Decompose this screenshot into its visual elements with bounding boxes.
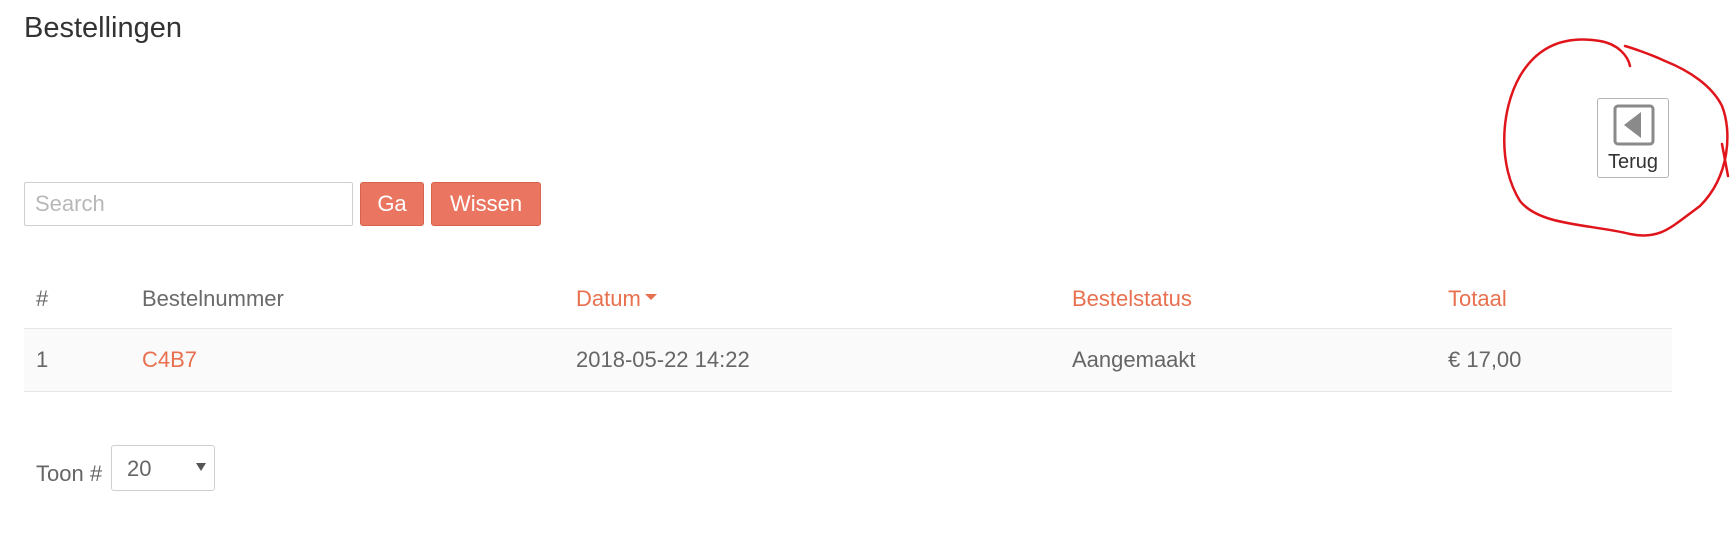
column-header-date[interactable]: Datum (576, 270, 1072, 329)
column-header-status[interactable]: Bestelstatus (1072, 270, 1448, 329)
column-header-num: # (24, 270, 142, 329)
clear-button[interactable]: Wissen (431, 182, 541, 226)
cell-num: 1 (24, 328, 142, 392)
cell-date: 2018-05-22 14:22 (576, 328, 1072, 392)
orders-page: Bestellingen Terug Ga Wissen # Bestelnum… (0, 0, 1730, 550)
back-button-label: Terug (1607, 151, 1659, 173)
page-size-select[interactable]: 20 (111, 445, 215, 491)
page-size-value: 20 (127, 456, 152, 481)
search-input[interactable] (24, 182, 353, 226)
cell-order-number: C4B7 (142, 328, 576, 392)
table-header-row: # Bestelnummer Datum Bestelstatus Totaal (24, 270, 1672, 329)
column-header-order-number: Bestelnummer (142, 270, 576, 329)
page-title: Bestellingen (24, 12, 182, 44)
cell-total: € 17,00 (1448, 328, 1672, 392)
orders-table: # Bestelnummer Datum Bestelstatus Totaal… (24, 270, 1672, 392)
column-header-total[interactable]: Totaal (1448, 270, 1672, 329)
go-button[interactable]: Ga (360, 182, 424, 226)
page-size-label: Toon # (36, 461, 103, 486)
sort-caret-down-icon (644, 294, 657, 301)
cell-status: Aangemaakt (1072, 328, 1448, 392)
back-button[interactable]: Terug (1597, 98, 1669, 178)
column-header-date-label: Datum (576, 286, 641, 311)
table-row: 1 C4B7 2018-05-22 14:22 Aangemaakt € 17,… (24, 328, 1672, 392)
dropdown-arrow-icon (196, 463, 206, 471)
caret-left-square-icon (1613, 104, 1655, 146)
order-number-link[interactable]: C4B7 (142, 347, 197, 372)
